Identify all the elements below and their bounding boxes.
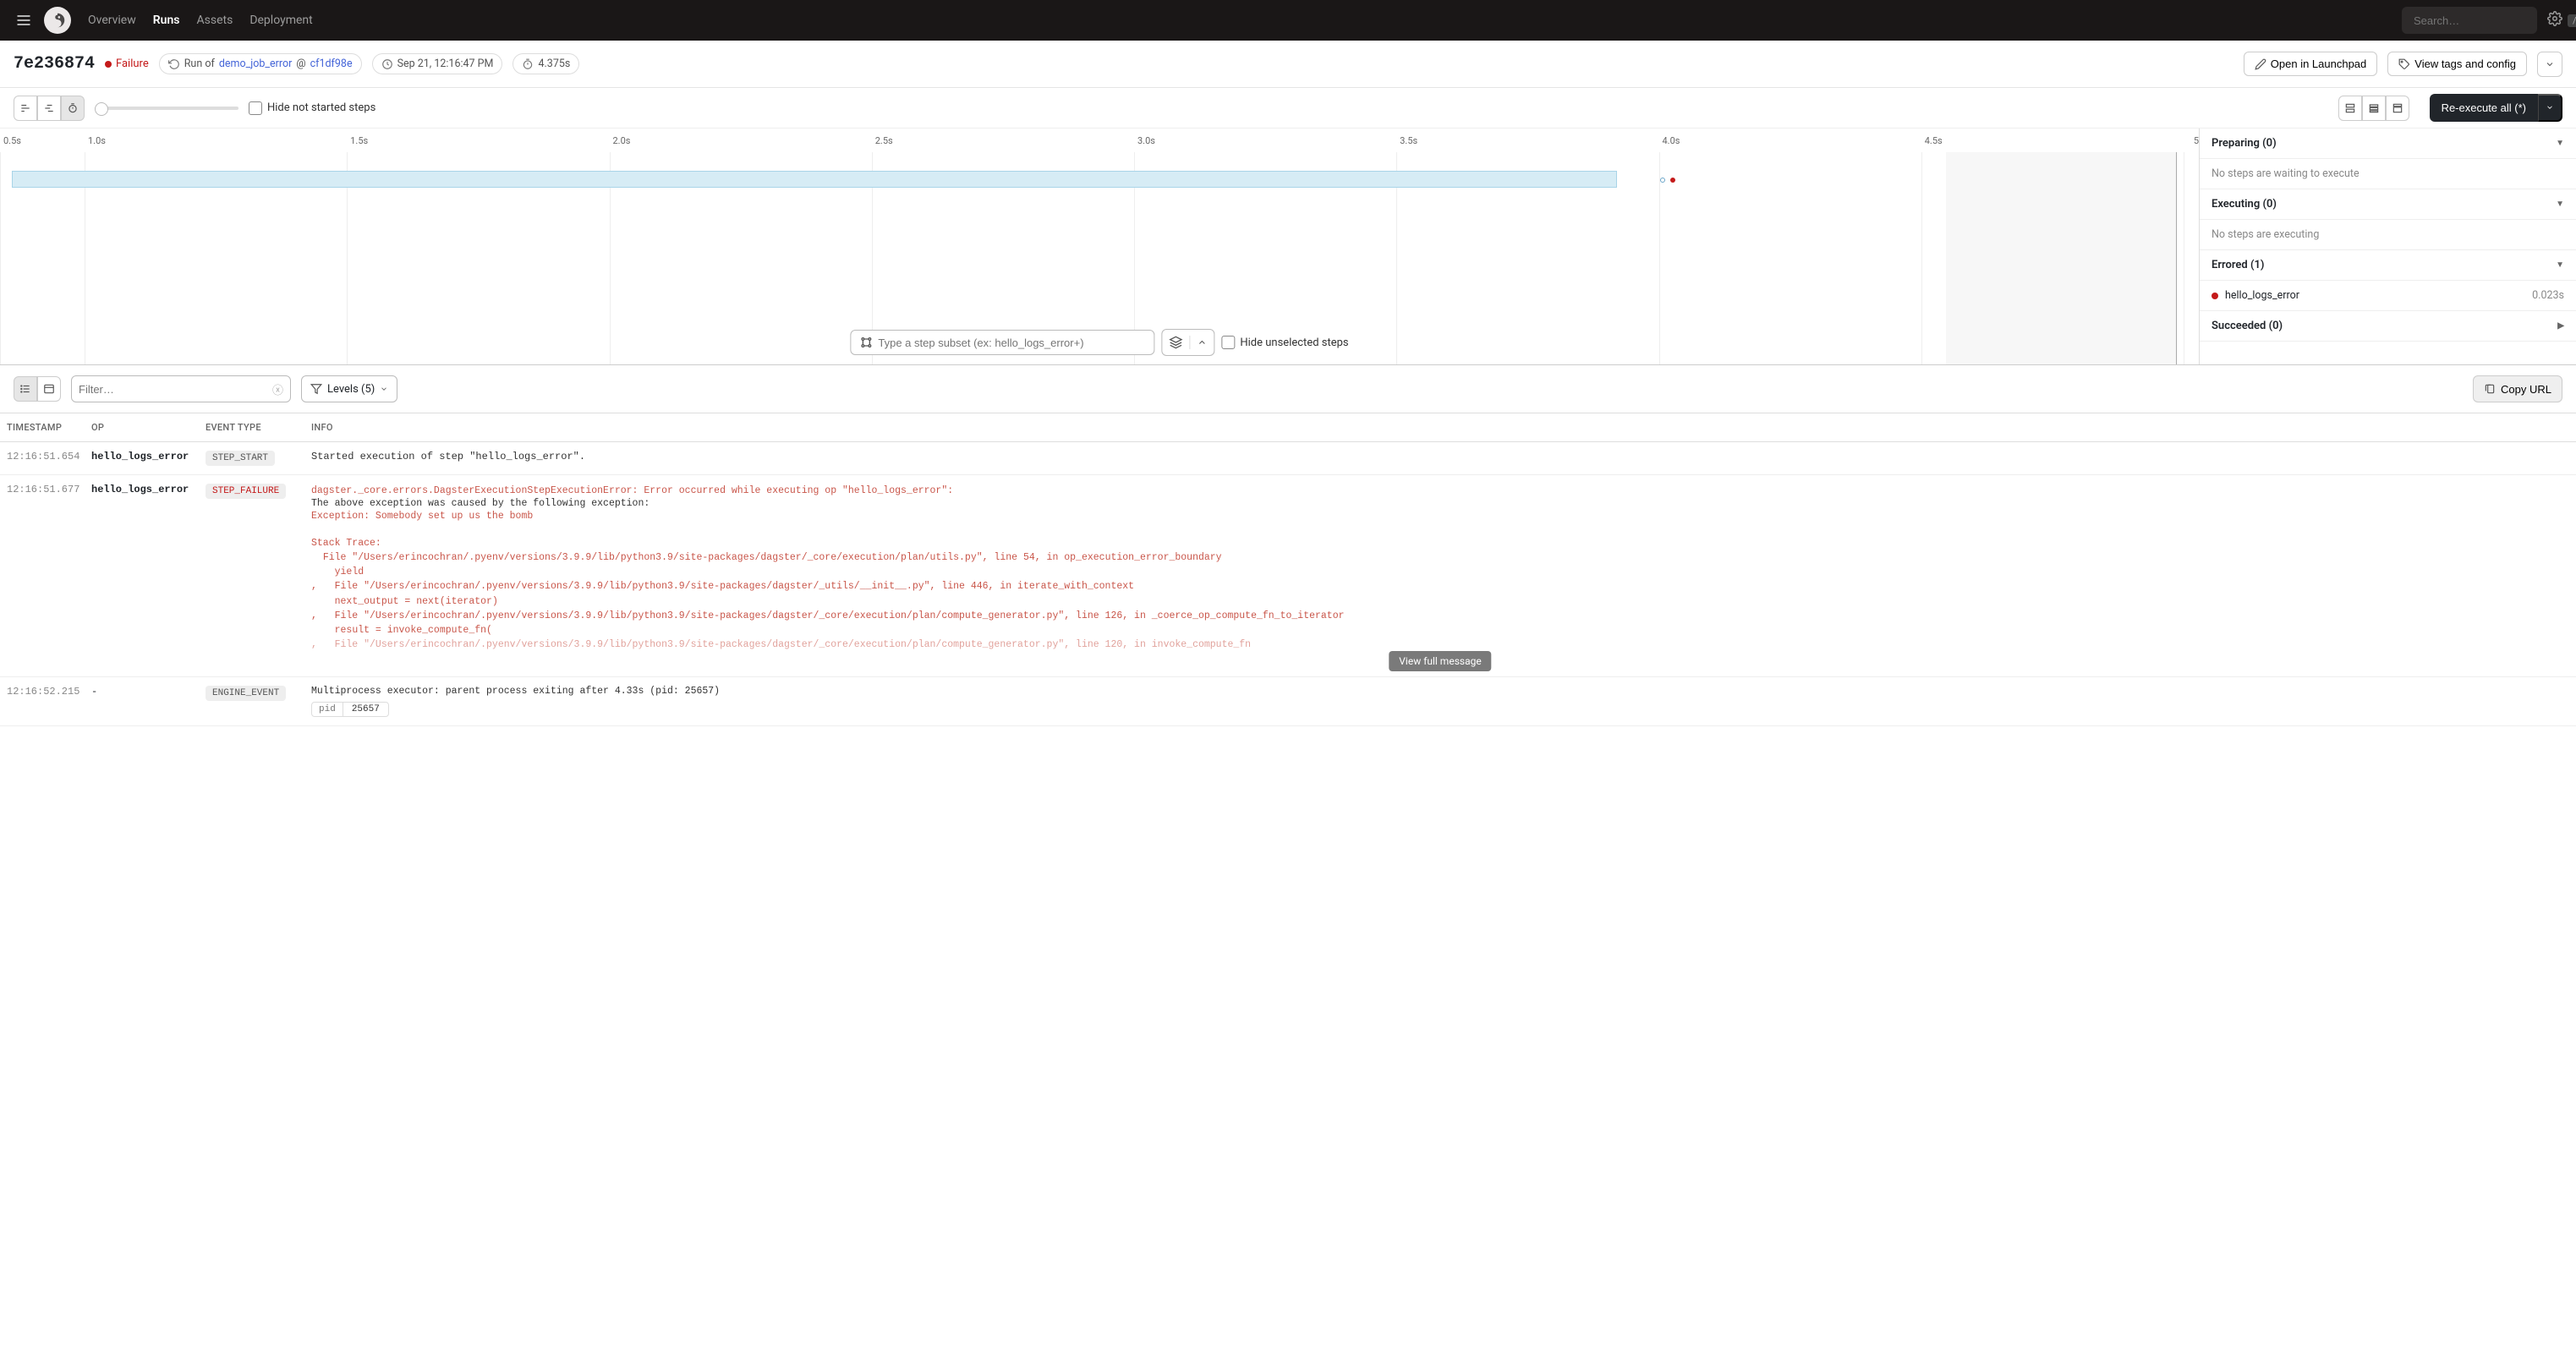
raw-log-icon[interactable] <box>37 376 61 402</box>
view-flat-icon[interactable] <box>37 96 61 121</box>
top-nav: Overview Runs Assets Deployment <box>88 14 313 27</box>
view-gantt-icon[interactable] <box>14 96 37 121</box>
graph-icon <box>859 336 873 349</box>
search-shortcut: / <box>2568 14 2576 27</box>
steps-sidebar: Preparing (0)▼ No steps are waiting to e… <box>2199 129 2576 364</box>
ruler: 0.5s 1.0s1.5s 2.0s2.5s 3.0s3.5s 4.0s4.5s… <box>0 129 2199 152</box>
copy-url-button[interactable]: Copy URL <box>2473 375 2562 402</box>
run-id: 7e236874 <box>14 54 95 74</box>
run-of-pill[interactable]: Run of demo_job_error @ cf1df98e <box>159 53 362 74</box>
clear-icon[interactable]: ⓧ <box>272 381 283 397</box>
section-preparing[interactable]: Preparing (0)▼ <box>2200 129 2576 159</box>
log-table: TIMESTAMP OP EVENT TYPE INFO 12:16:51.65… <box>0 413 2576 726</box>
col-event-type[interactable]: EVENT TYPE <box>199 413 304 442</box>
open-launchpad-button[interactable]: Open in Launchpad <box>2244 52 2377 76</box>
layout-group <box>2338 96 2409 121</box>
caret-down-icon: ▼ <box>2556 260 2564 270</box>
section-executing[interactable]: Executing (0)▼ <box>2200 189 2576 220</box>
zoom-slider[interactable] <box>95 107 238 110</box>
search-input[interactable]: / <box>2402 7 2537 34</box>
caret-down-icon: ▼ <box>2556 139 2564 148</box>
chevron-up-icon <box>1190 337 1214 347</box>
nav-runs[interactable]: Runs <box>153 14 180 27</box>
gantt-step-markers <box>1660 178 1675 183</box>
hide-not-started-checkbox[interactable]: Hide not started steps <box>249 101 375 115</box>
timestamp-pill: Sep 21, 12:16:47 PM <box>372 53 503 74</box>
log-row[interactable]: 12:16:51.654 hello_logs_error STEP_START… <box>0 442 2576 475</box>
commit-link[interactable]: cf1df98e <box>310 57 353 70</box>
section-errored[interactable]: Errored (1)▼ <box>2200 250 2576 281</box>
layer-control[interactable] <box>1161 329 1214 356</box>
nav-assets[interactable]: Assets <box>196 14 233 27</box>
col-info[interactable]: INFO <box>304 413 2576 442</box>
view-full-message-button[interactable]: View full message <box>1389 651 1491 671</box>
hide-unselected-checkbox[interactable]: Hide unselected steps <box>1221 336 1348 349</box>
log-row[interactable]: 12:16:52.215 - ENGINE_EVENT Multiprocess… <box>0 676 2576 725</box>
log-row[interactable]: 12:16:51.677 hello_logs_error STEP_FAILU… <box>0 475 2576 677</box>
executing-empty: No steps are executing <box>2200 220 2576 250</box>
col-op[interactable]: OP <box>85 413 199 442</box>
view-timer-icon[interactable] <box>61 96 85 121</box>
funnel-icon <box>310 383 322 395</box>
clock-icon <box>381 58 393 70</box>
section-succeeded[interactable]: Succeeded (0)▶ <box>2200 311 2576 342</box>
tag-icon <box>2398 58 2410 70</box>
edit-icon <box>2255 58 2266 70</box>
settings-icon[interactable] <box>2547 11 2562 30</box>
nav-deployment[interactable]: Deployment <box>249 14 312 27</box>
view-mode-group <box>14 96 85 121</box>
chevron-down-icon <box>2546 103 2554 112</box>
structured-log-icon[interactable] <box>14 376 37 402</box>
more-button[interactable] <box>2537 52 2562 77</box>
reexecute-button[interactable]: Re-execute all (*) <box>2430 94 2538 122</box>
timer-icon <box>522 58 534 70</box>
chevron-down-icon <box>380 385 388 393</box>
nav-overview[interactable]: Overview <box>88 14 136 27</box>
step-subset-input[interactable] <box>850 330 1154 355</box>
log-filter-input[interactable]: ⓧ <box>71 375 291 402</box>
menu-icon[interactable] <box>14 10 34 30</box>
status-badge: Failure <box>105 57 149 70</box>
job-link[interactable]: demo_job_error <box>219 57 293 70</box>
caret-right-icon: ▶ <box>2557 321 2564 331</box>
errored-step-item[interactable]: hello_logs_error0.023s <box>2200 281 2576 311</box>
gantt-panel[interactable]: 0.5s 1.0s1.5s 2.0s2.5s 3.0s3.5s 4.0s4.5s… <box>0 129 2199 364</box>
layout-1-icon[interactable] <box>2338 96 2362 121</box>
gantt-step-bar[interactable] <box>12 171 1617 188</box>
layers-icon <box>1162 336 1190 349</box>
chevron-down-icon <box>2545 59 2555 69</box>
history-icon <box>168 58 180 70</box>
logo[interactable] <box>44 7 71 34</box>
gantt-cursor <box>1946 152 2177 364</box>
col-timestamp[interactable]: TIMESTAMP <box>0 413 85 442</box>
layout-3-icon[interactable] <box>2386 96 2409 121</box>
log-view-group <box>14 376 61 402</box>
clipboard-icon <box>2484 383 2496 395</box>
reexecute-caret[interactable] <box>2538 94 2562 122</box>
pid-kv: pid25657 <box>311 702 389 717</box>
layout-2-icon[interactable] <box>2362 96 2386 121</box>
caret-down-icon: ▼ <box>2556 200 2564 209</box>
levels-dropdown[interactable]: Levels (5) <box>301 375 397 402</box>
view-tags-button[interactable]: View tags and config <box>2387 52 2527 76</box>
preparing-empty: No steps are waiting to execute <box>2200 159 2576 189</box>
duration-pill: 4.375s <box>512 53 579 74</box>
